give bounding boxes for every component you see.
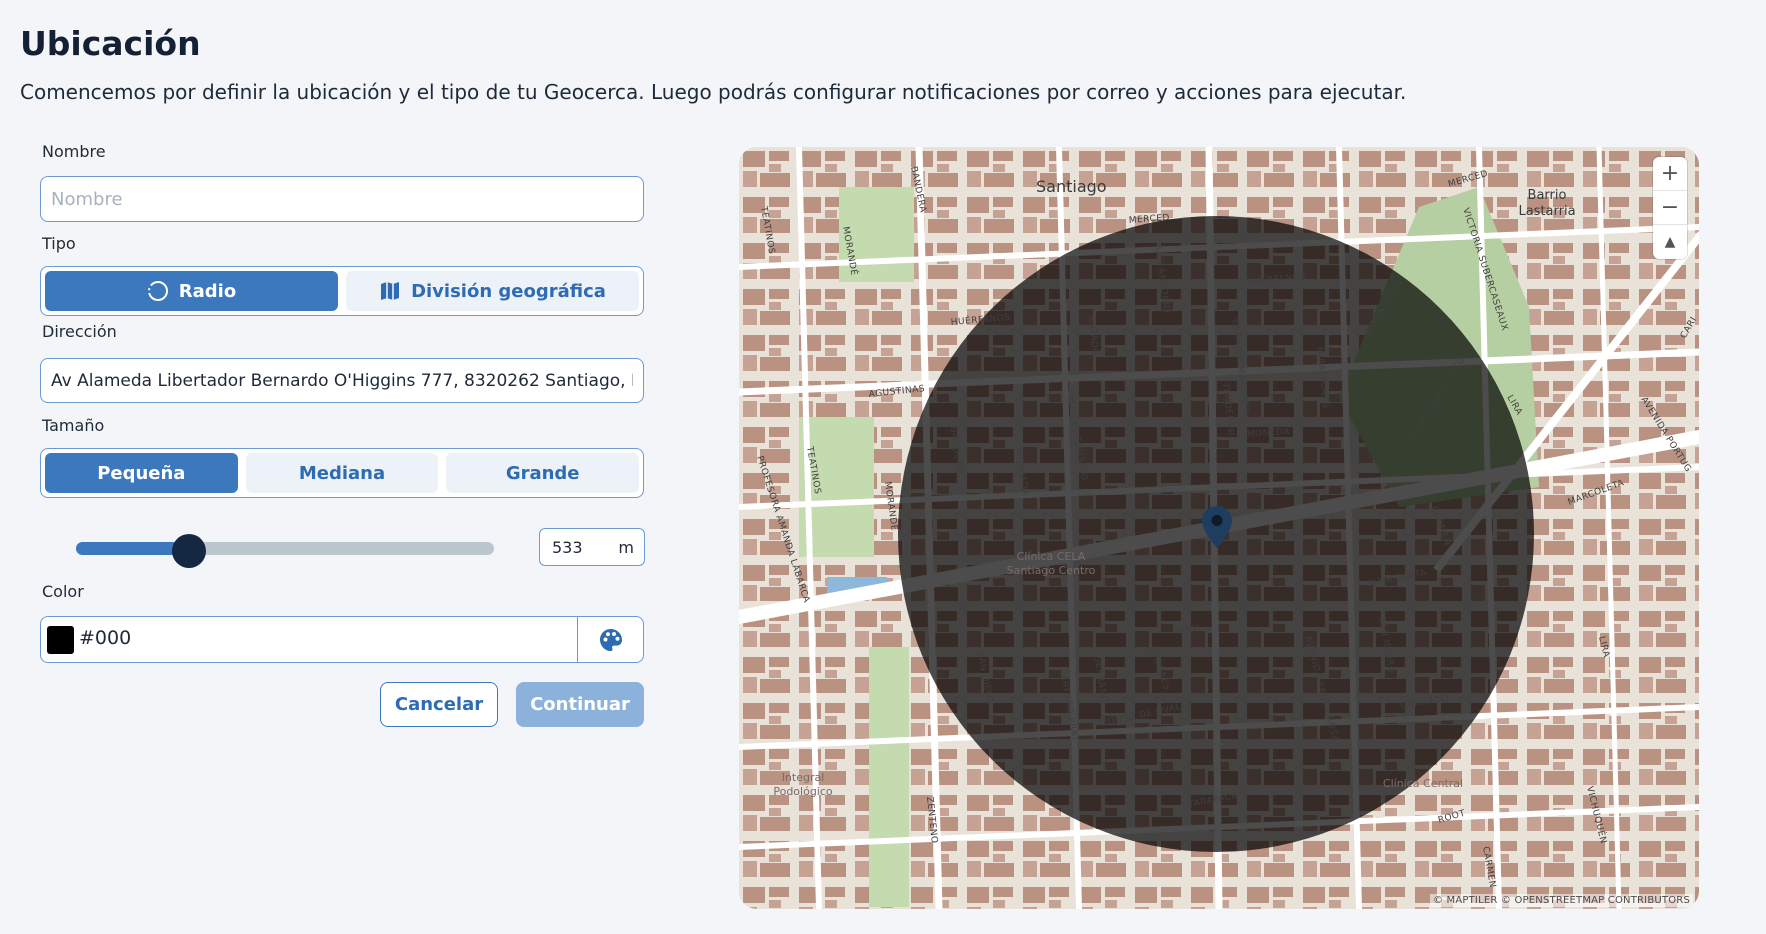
zoom-in-button[interactable]: + [1653, 157, 1687, 191]
map-label-barrio: Barrio [1528, 188, 1567, 203]
zoom-out-button[interactable]: − [1653, 191, 1687, 225]
size-label: Tamaño [42, 416, 105, 435]
park-paseo [869, 647, 909, 907]
size-medium-button[interactable]: Mediana [245, 453, 439, 493]
map-label-clinica-central: Clínica Central [1383, 777, 1463, 790]
map-label-podologico: Podológico [773, 785, 833, 798]
map-label-integral: Integral [782, 771, 825, 784]
address-input[interactable] [40, 358, 644, 403]
palette-button[interactable] [577, 617, 643, 662]
size-slider-thumb[interactable] [171, 534, 206, 568]
color-field[interactable]: #000 [40, 616, 644, 663]
color-swatch [47, 626, 74, 654]
color-value: #000 [79, 627, 132, 649]
size-large-button[interactable]: Grande [446, 453, 640, 493]
map-label-lastarria: Lastarria [1518, 204, 1575, 219]
map-attribution: © MAPTILER © OPENSTREETMAP CONTRIBUTORS [1429, 894, 1693, 907]
page-description: Comencemos por definir la ubicación y el… [20, 80, 1407, 104]
type-label: Tipo [42, 234, 76, 253]
size-value-box: m [539, 528, 645, 566]
size-slider-track[interactable] [76, 534, 494, 568]
type-geographic-division-button[interactable]: División geográfica [346, 271, 639, 311]
type-radio-label: Radio [178, 280, 237, 302]
map-label-santiago-centro: Santiago Centro [1007, 564, 1096, 577]
map-folded-icon [381, 282, 400, 300]
map-label-clinica-cela: Clínica CELA [1017, 550, 1086, 563]
color-label: Color [42, 582, 84, 601]
type-geographic-division-label: División geográfica [411, 280, 606, 302]
type-selector: Radio División geográfica [40, 266, 644, 316]
location-pin-icon[interactable] [1201, 505, 1233, 549]
size-unit: m [618, 538, 634, 557]
size-small-button[interactable]: Pequeña [45, 453, 238, 493]
compass-button[interactable]: ▲ [1653, 225, 1687, 259]
continue-button[interactable]: Continuar [516, 682, 644, 727]
palette-icon [599, 628, 622, 651]
page-title: Ubicación [20, 24, 201, 63]
circle-dashed-icon [147, 281, 168, 301]
map-controls: + − ▲ [1653, 157, 1687, 259]
map-view[interactable]: Santiago Barrio Lastarria Clínica CELA S… [739, 147, 1699, 909]
name-input[interactable] [40, 176, 644, 222]
name-label: Nombre [42, 142, 106, 161]
cancel-button[interactable]: Cancelar [380, 682, 498, 727]
size-value-input[interactable] [550, 537, 612, 558]
size-slider-row: m [76, 528, 645, 568]
size-selector: Pequeña Mediana Grande [40, 448, 644, 498]
type-radio-button[interactable]: Radio [45, 271, 338, 311]
map-label-santiago: Santiago [1036, 177, 1107, 196]
address-label: Dirección [42, 322, 117, 341]
